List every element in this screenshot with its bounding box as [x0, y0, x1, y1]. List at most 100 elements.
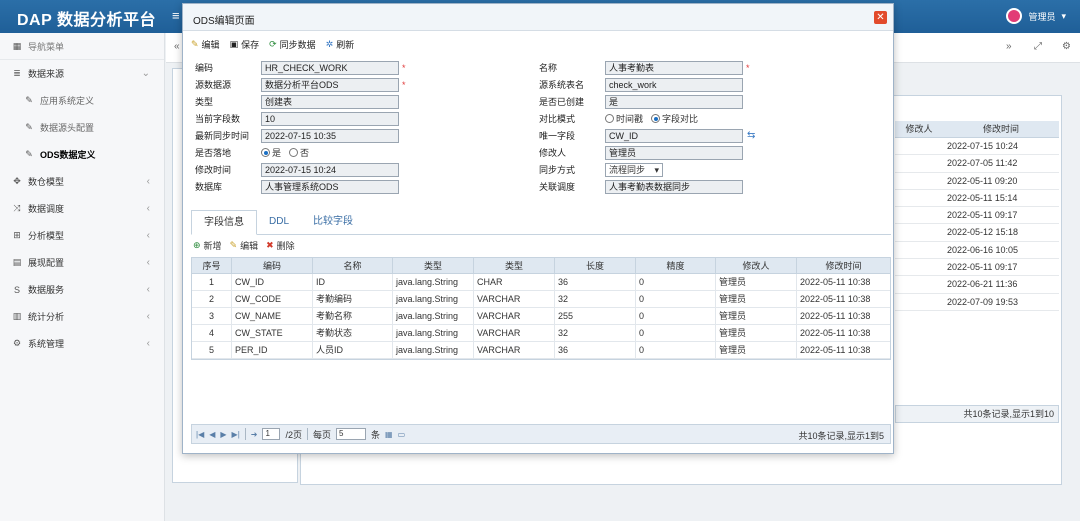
prev-page-icon[interactable]: ◀ [209, 430, 215, 439]
grid-toolbar: ⊕ 新增 ✎ 编辑 ✖ 删除 [193, 239, 295, 252]
landing-no-radio[interactable]: 否 [289, 146, 309, 159]
table-row[interactable]: 2022-05-11 09:17 [895, 207, 1059, 225]
source-table-field[interactable]: check_work [605, 77, 743, 92]
last-page-icon[interactable]: ▶| [232, 430, 240, 439]
sidebar-item-data-service[interactable]: S 数据服务 ‹ [0, 276, 164, 303]
table-row[interactable]: 2022-05-11 09:17 [895, 259, 1059, 277]
sidebar-item-source-config[interactable]: ✎ 数据源头配置 [0, 114, 164, 141]
tab-field-info[interactable]: 字段信息 [191, 210, 257, 235]
table-row[interactable]: 2 CW_CODE 考勤编码 java.lang.String VARCHAR … [192, 291, 890, 308]
schedule-field[interactable]: 人事考勤表数据同步 [605, 179, 743, 194]
column-header: 类型 [474, 258, 555, 273]
unique-field[interactable]: CW_ID [605, 128, 743, 143]
compare-timestamp-radio[interactable]: 时间戳 [605, 112, 643, 125]
chevron-down-icon: ▾ [1061, 10, 1066, 21]
menu-toggle-icon[interactable]: ≡ [172, 8, 180, 23]
column-header: 修改时间 [982, 124, 1019, 134]
refresh-button[interactable]: ✲ 刷新 [326, 38, 355, 51]
scroll-left-icon[interactable]: « [174, 41, 180, 52]
column-header: 修改时间 [825, 261, 862, 271]
field-count-row: 当前字段数 10 [195, 110, 399, 127]
table-row[interactable]: 2022-05-12 15:18 [895, 224, 1059, 242]
chevron-left-icon: ‹ [146, 311, 150, 322]
compare-mode-row: 对比模式 时间戳 字段对比 [539, 112, 699, 125]
sidebar-item-system-admin[interactable]: ⚙ 系统管理 ‹ [0, 330, 164, 357]
tab-compare-fields[interactable]: 比较字段 [301, 210, 365, 235]
source-field[interactable]: 数据分析平台ODS [261, 77, 399, 92]
name-field[interactable]: 人事考勤表 [605, 60, 743, 75]
code-row: 编码 HR_CHECK_WORK * [195, 60, 406, 75]
table-row[interactable]: 2022-06-16 10:05 [895, 242, 1059, 260]
dialog-title: ODS编辑页面 [193, 16, 255, 27]
column-header: 序号 [192, 258, 232, 273]
gear-icon: ⚙ [12, 338, 22, 348]
user-menu[interactable]: 管理员 ▾ [1006, 8, 1066, 24]
table-row[interactable]: 2022-07-05 11:42 [895, 155, 1059, 173]
edit-button[interactable]: ✎ 编辑 [191, 38, 220, 51]
edit-row-button[interactable]: ✎ 编辑 [230, 239, 259, 252]
per-page-unit: 条 [371, 429, 381, 440]
sync-icon: ⟳ [269, 39, 277, 49]
fullscreen-icon[interactable]: ⤢ [1034, 41, 1042, 52]
table-row[interactable]: 2022-05-11 09:20 [895, 173, 1059, 190]
created-field[interactable]: 是 [605, 94, 743, 109]
field-count-field[interactable]: 10 [261, 111, 399, 126]
table-row[interactable]: 2022-06-21 11:36 [895, 276, 1059, 294]
modified-field[interactable]: 2022-07-15 10:24 [261, 162, 399, 177]
column-header: 修改人 [905, 124, 933, 134]
stack-icon: ≣ [13, 68, 21, 78]
last-sync-row: 最新同步时间 2022-07-15 10:35 [195, 127, 399, 144]
table-row[interactable]: 2022-07-15 10:24 [895, 138, 1059, 156]
total-pages: /2页 [285, 429, 302, 440]
per-page-select[interactable]: 5 [336, 428, 367, 440]
tab-ddl[interactable]: DDL [257, 210, 301, 235]
sync-mode-select[interactable]: 流程同步 [605, 162, 663, 177]
sidebar-item-data-source[interactable]: ≣ 数据来源 ⌄ [0, 60, 164, 87]
database-field[interactable]: 人事管理系统ODS [261, 179, 399, 194]
unique-field-row: 唯一字段 CW_ID ⇆ [539, 128, 756, 143]
sidebar-item-statistics[interactable]: ▥ 统计分析 ‹ [0, 303, 164, 330]
table-row[interactable]: 4 CW_STATE 考勤状态 java.lang.String VARCHAR… [192, 325, 890, 342]
sidebar-item-analysis-model[interactable]: ⊞ 分析模型 ‹ [0, 222, 164, 249]
lookup-icon[interactable]: ⇆ [747, 130, 755, 141]
landing-row: 是否落地 是 否 [195, 146, 310, 159]
delete-button[interactable]: ✖ 删除 [266, 239, 295, 252]
scroll-right-icon[interactable]: » [1006, 41, 1012, 52]
export-icon[interactable]: ▦ [385, 430, 393, 439]
sidebar-item-scheduling[interactable]: ⤨ 数据调度 ‹ [0, 195, 164, 222]
save-button[interactable]: ▣ 保存 [230, 38, 260, 51]
user-name: 管理员 [1028, 11, 1056, 22]
table-row[interactable]: 1 CW_ID ID java.lang.String CHAR 36 0 管理… [192, 274, 890, 291]
add-button[interactable]: ⊕ 新增 [193, 239, 222, 252]
landing-yes-radio[interactable]: 是 [261, 146, 281, 159]
sync-data-button[interactable]: ⟳ 同步数据 [269, 38, 316, 51]
sidebar-item-display-config[interactable]: ▤ 展现配置 ‹ [0, 249, 164, 276]
modifier-field[interactable]: 管理员 [605, 145, 743, 160]
goto-icon[interactable]: ➜ [251, 430, 258, 439]
first-page-icon[interactable]: |◀ [196, 430, 204, 439]
table-row[interactable]: 2022-07-09 19:53 [895, 294, 1059, 311]
refresh-icon: ✲ [325, 39, 334, 49]
table-row[interactable]: 5 PER_ID 人员ID java.lang.String VARCHAR 3… [192, 342, 890, 359]
gear-icon[interactable]: ⚙ [1062, 41, 1071, 52]
sidebar-item-app-system[interactable]: ✎ 应用系统定义 [0, 87, 164, 114]
sidebar-item-ods-definition[interactable]: ✎ ODS数据定义 [0, 141, 164, 168]
document-icon[interactable]: ▭ [398, 430, 406, 439]
code-field[interactable]: HR_CHECK_WORK [261, 60, 399, 75]
sidebar-item-warehouse-model[interactable]: ✥ 数仓模型 ‹ [0, 168, 164, 195]
shuffle-icon: ⤨ [13, 203, 21, 213]
field-grid: 序号 编码 名称 类型 类型 长度 精度 修改人 修改时间 1 CW_ID ID… [191, 257, 891, 360]
compare-field-radio[interactable]: 字段对比 [651, 112, 698, 125]
next-page-icon[interactable]: ▶ [220, 430, 226, 439]
type-field[interactable]: 创建表 [261, 94, 399, 109]
per-page-label: 每页 [313, 429, 332, 440]
type-row: 类型 创建表 [195, 93, 399, 110]
page-input[interactable]: 1 [262, 428, 281, 440]
wrench-icon: ✎ [25, 122, 33, 132]
last-sync-field[interactable]: 2022-07-15 10:35 [261, 128, 399, 143]
wrench-icon: ✎ [25, 149, 33, 159]
table-row[interactable]: 2022-05-11 15:14 [895, 190, 1059, 208]
close-icon[interactable]: ✕ [874, 11, 887, 24]
service-icon: S [13, 284, 20, 295]
table-row[interactable]: 3 CW_NAME 考勤名称 java.lang.String VARCHAR … [192, 308, 890, 325]
